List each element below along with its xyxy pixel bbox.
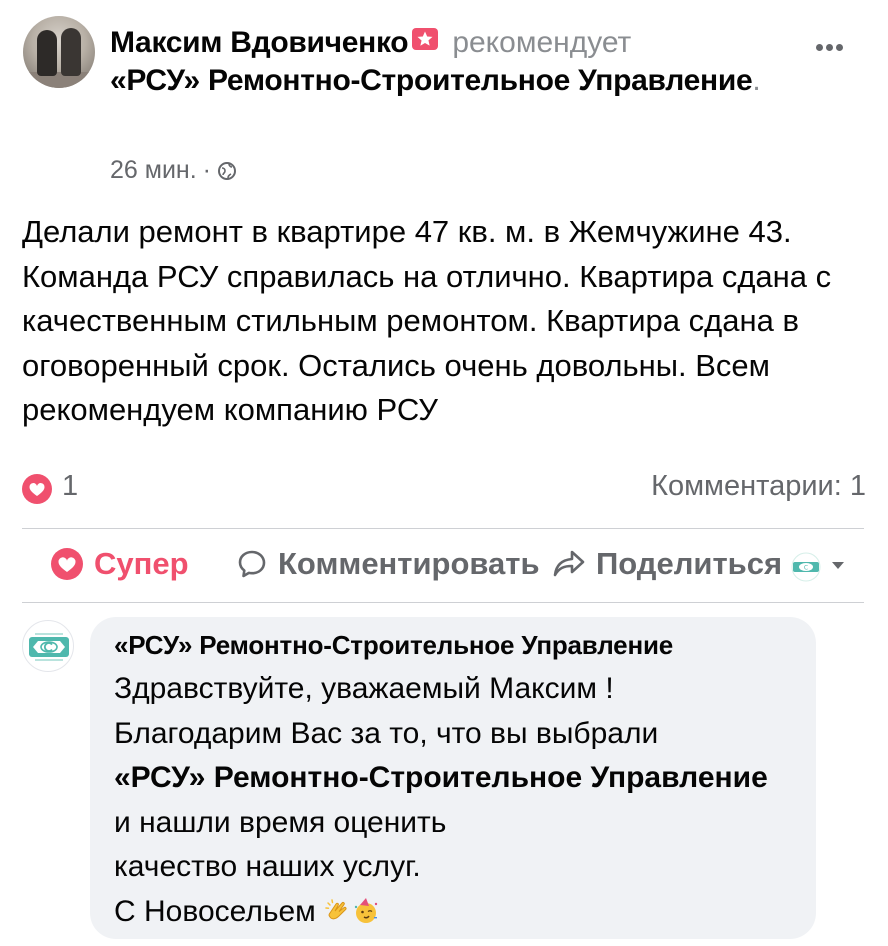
- post-time[interactable]: 26 мин.: [110, 156, 197, 185]
- share-arrow-icon: [553, 550, 585, 577]
- reply-line-2: Благодарим Вас за то, что вы выбрали: [114, 716, 659, 750]
- reply-page-name-bold: «РСУ» Ремонтно-Строительное Управление: [114, 761, 768, 794]
- reply-line-5: С Новосельем: [114, 894, 325, 928]
- partying-face-emoji-icon: [354, 897, 378, 923]
- post-meta: 26 мин. ·: [110, 156, 237, 185]
- reply-comment-bubble: «РСУ» Ремонтно-Строительное Управление З…: [90, 617, 816, 939]
- page-name-link[interactable]: «РСУ» Ремонтно-Строительное Управление: [110, 64, 753, 97]
- reply-line-4: качество наших услуг.: [114, 850, 421, 883]
- super-button[interactable]: Супер: [50, 546, 189, 582]
- page-logo-avatar[interactable]: [22, 620, 74, 672]
- comment-label: Комментировать: [278, 546, 540, 581]
- reply-author[interactable]: «РСУ» Ремонтно-Строительное Управление: [114, 629, 792, 661]
- globe-icon: [218, 161, 236, 180]
- recommends-text: рекомендует: [452, 26, 632, 59]
- comments-count[interactable]: Комментарии: 1: [651, 470, 866, 503]
- reply-text: Здравствуйте, уважаемый Максим ! Благода…: [114, 667, 792, 934]
- share-as-page-logo-icon[interactable]: C: [789, 552, 823, 582]
- heart-icon: [51, 548, 83, 580]
- clapping-hands-emoji-icon: [325, 898, 347, 919]
- star-badge-icon: [412, 28, 439, 50]
- super-label: Супер: [94, 546, 189, 581]
- divider-bottom: [22, 602, 864, 603]
- svg-text:C: C: [804, 565, 808, 572]
- heart-reaction-icon[interactable]: [22, 474, 52, 504]
- post-body-text: Делали ремонт в квартире 47 кв. м. в Жем…: [22, 214, 832, 427]
- author-name[interactable]: Максим Вдовиченко: [110, 26, 409, 59]
- more-dots-icon[interactable]: [816, 38, 848, 51]
- rsu-logo-icon: [29, 633, 69, 661]
- share-button[interactable]: Поделиться: [552, 546, 782, 582]
- reply-line-1: Здравствуйте, уважаемый Максим !: [114, 672, 614, 705]
- reply-line-3-rest: и нашли время оценить: [114, 805, 447, 839]
- chevron-down-icon[interactable]: [832, 562, 844, 569]
- page-name-suffix: .: [752, 64, 761, 97]
- reaction-count[interactable]: 1: [62, 470, 78, 503]
- author-avatar[interactable]: [23, 16, 95, 88]
- share-label: Поделиться: [596, 546, 783, 581]
- comment-button[interactable]: Комментировать: [236, 546, 540, 582]
- reaction-summary: 1 Комментарии: 1: [22, 470, 866, 506]
- action-bar: Супер Комментировать Поделиться C: [22, 540, 866, 592]
- post-header: Максим Вдовиченко рекомендует «РСУ» Ремон…: [110, 24, 800, 100]
- divider-top: [22, 528, 864, 529]
- meta-separator: ·: [202, 156, 211, 184]
- comment-bubble-icon: [238, 550, 266, 578]
